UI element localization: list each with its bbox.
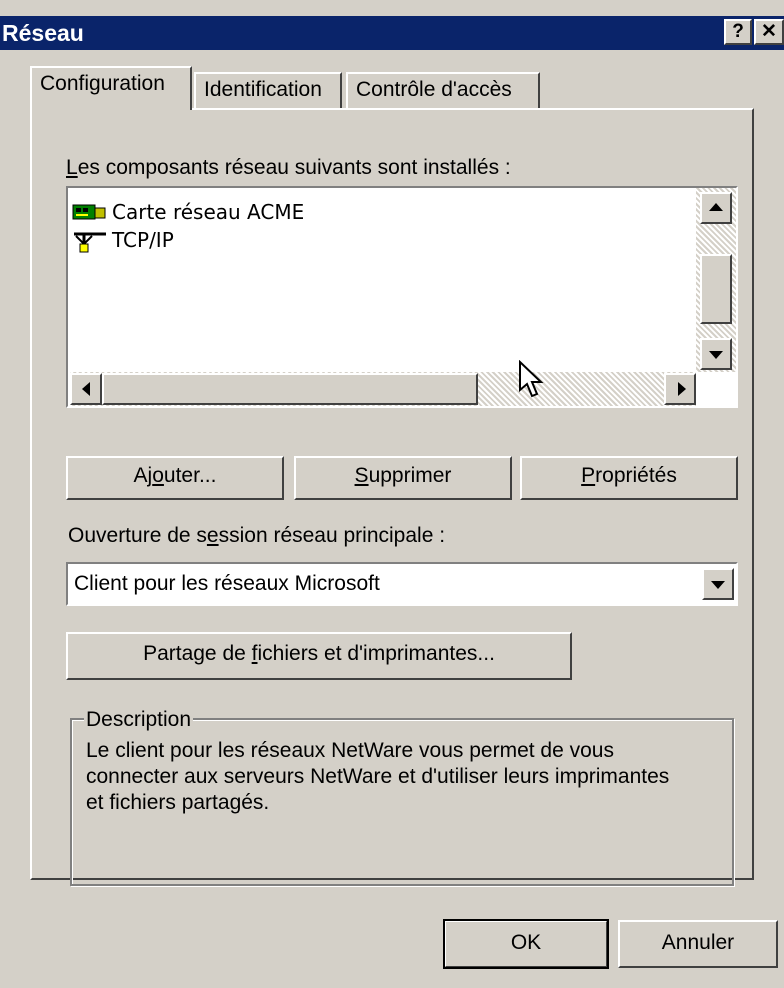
tab-identification-label: Identification xyxy=(204,78,322,101)
vertical-scrollbar[interactable] xyxy=(696,188,736,372)
add-button[interactable]: Ajouter... xyxy=(66,456,284,500)
properties-button[interactable]: Propriétés xyxy=(520,456,738,500)
description-legend: Description xyxy=(84,708,194,732)
protocol-icon xyxy=(74,232,106,253)
tab-configuration[interactable]: Configuration xyxy=(30,66,192,110)
help-icon: ? xyxy=(732,21,744,42)
logon-label: Ouverture de session réseau principale : xyxy=(68,524,446,547)
title-bar[interactable]: Réseau ? ✕ xyxy=(0,16,784,50)
scroll-left-button[interactable] xyxy=(70,373,102,405)
cancel-button[interactable]: Annuler xyxy=(618,920,778,968)
logon-select-value: Client pour les réseaux Microsoft xyxy=(74,572,380,595)
chevron-down-icon xyxy=(711,581,725,589)
list-item-label: TCP/IP xyxy=(112,228,174,252)
close-icon: ✕ xyxy=(761,21,777,42)
network-card-icon xyxy=(72,204,106,220)
help-button[interactable]: ? xyxy=(724,19,752,45)
ok-button[interactable]: OK xyxy=(443,919,609,969)
close-button[interactable]: ✕ xyxy=(754,19,784,45)
description-text: Le client pour les réseaux NetWare vous … xyxy=(86,739,670,814)
horizontal-scrollbar[interactable] xyxy=(70,372,696,406)
tab-controle-acces-label: Contrôle d'accès xyxy=(356,78,512,101)
arrow-down-icon xyxy=(709,351,723,359)
arrow-up-icon xyxy=(709,203,723,211)
scroll-right-button[interactable] xyxy=(664,373,696,405)
horizontal-scroll-thumb[interactable] xyxy=(102,373,478,405)
scroll-up-button[interactable] xyxy=(700,192,732,224)
logon-select[interactable]: Client pour les réseaux Microsoft xyxy=(66,562,738,606)
remove-button[interactable]: Supprimer xyxy=(294,456,512,500)
dropdown-button[interactable] xyxy=(702,568,734,600)
arrow-right-icon xyxy=(678,382,686,396)
window-title: Réseau xyxy=(2,20,84,46)
scroll-down-button[interactable] xyxy=(700,338,732,370)
network-dialog: Réseau ? ✕ Configuration Identification … xyxy=(0,0,784,988)
tab-controle-acces[interactable]: Contrôle d'accès xyxy=(346,72,540,108)
list-item-label: Carte réseau ACME xyxy=(112,200,305,224)
vertical-scroll-thumb[interactable] xyxy=(700,254,732,324)
tab-identification[interactable]: Identification xyxy=(194,72,342,108)
file-printer-sharing-button[interactable]: Partage de fichiers et d'imprimantes... xyxy=(66,632,572,680)
tab-configuration-label: Configuration xyxy=(40,72,165,95)
mouse-cursor-icon xyxy=(519,360,544,398)
arrow-left-icon xyxy=(82,382,90,396)
components-label: Les composants réseau suivants sont inst… xyxy=(66,156,511,179)
components-list[interactable]: Carte réseau ACME TCP/IP xyxy=(66,186,738,408)
